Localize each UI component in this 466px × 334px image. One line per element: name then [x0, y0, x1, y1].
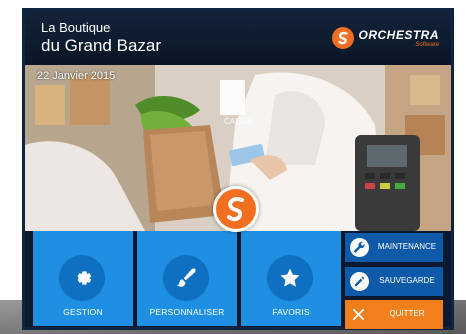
- personnaliser-button[interactable]: PERSONNALISER: [137, 231, 237, 326]
- quitter-label: QUITTER: [389, 309, 425, 318]
- sauvegarde-label: SAUVEGARDE: [379, 276, 435, 285]
- date-label: 22 Janvier 2015: [37, 70, 116, 82]
- maintenance-button[interactable]: MAINTENANCE: [345, 233, 443, 262]
- brush-icon: [177, 268, 196, 287]
- pencil-icon: [354, 276, 365, 287]
- shop-name-line2: du Grand Bazar: [41, 36, 162, 55]
- shop-name-line1: La Boutique: [41, 20, 111, 35]
- kiosk-screen: La Boutique du Grand Bazar ORCHESTRA Sof…: [22, 8, 454, 330]
- caisse-sign: CAISSE: [224, 117, 254, 126]
- orchestra-s-icon: [216, 189, 256, 229]
- logo-name: ORCHESTRA: [358, 27, 439, 42]
- quitter-button[interactable]: QUITTER: [345, 300, 443, 329]
- orchestra-logo: ORCHESTRA Software: [332, 27, 439, 49]
- gestion-label: GESTION: [63, 307, 103, 317]
- personnaliser-label: PERSONNALISER: [149, 307, 225, 317]
- orchestra-logo-icon: [332, 27, 355, 49]
- sauvegarde-button[interactable]: SAUVEGARDE: [345, 267, 443, 296]
- orchestra-center-logo: [213, 186, 259, 232]
- header-bar: La Boutique du Grand Bazar ORCHESTRA Sof…: [25, 11, 451, 65]
- gestion-button[interactable]: GESTION: [33, 231, 133, 326]
- wrench-icon: [354, 241, 365, 253]
- star-icon: [280, 268, 300, 287]
- logo-subtitle: Software: [415, 41, 439, 48]
- favoris-button[interactable]: FAVORIS: [241, 231, 341, 326]
- gear-icon: [77, 271, 92, 285]
- maintenance-label: MAINTENANCE: [377, 242, 437, 251]
- favoris-label: FAVORIS: [272, 307, 310, 317]
- close-icon: [352, 308, 365, 321]
